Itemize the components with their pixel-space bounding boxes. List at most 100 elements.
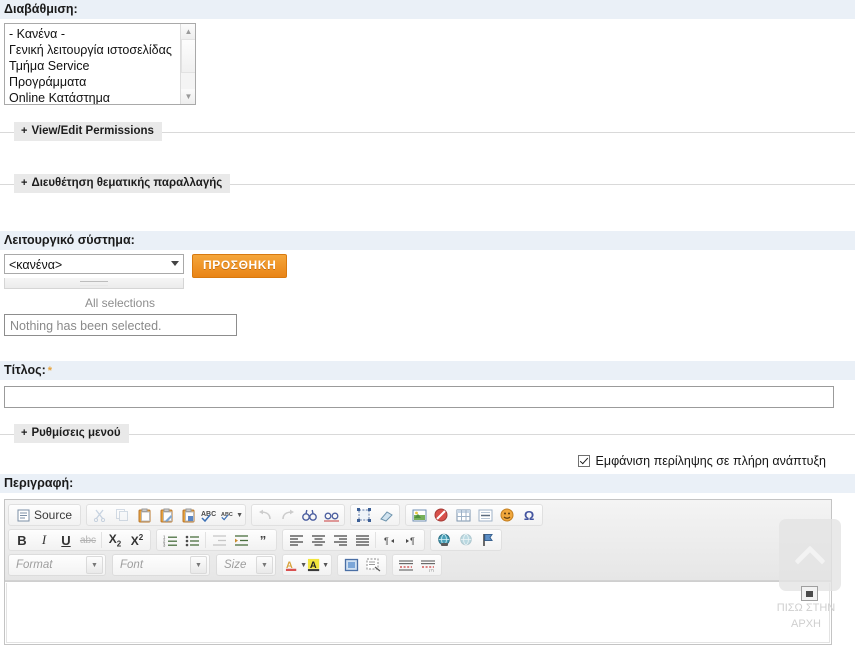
paragraph-ltr-icon: ¶	[384, 536, 394, 546]
bold-button[interactable]: B	[11, 530, 33, 550]
increase-indent-button[interactable]	[230, 530, 252, 550]
align-left-button[interactable]	[285, 530, 307, 550]
summary-checkbox-label: Εμφάνιση περίληψης σε πλήρη ανάπτυξη	[595, 454, 826, 468]
size-combo-label: Size	[224, 559, 247, 571]
operating-system-select[interactable]: <κανένα>	[4, 254, 184, 274]
title-input[interactable]	[4, 386, 834, 408]
unlink-button[interactable]	[455, 530, 477, 550]
size-combo[interactable]: Size ▼	[216, 554, 276, 576]
copy-button[interactable]	[111, 505, 133, 525]
select-resize-grip[interactable]	[4, 278, 184, 289]
abc-check-icon: ABC	[201, 511, 216, 522]
editor-content-area[interactable]	[6, 583, 830, 643]
classification-listbox[interactable]: - Κανένα - Γενική λειτουργία ιστοσελίδας…	[4, 23, 196, 105]
operating-system-row: <κανένα> ΠΡΟΣΘΗΚΗ	[4, 254, 855, 278]
summary-checkbox-row[interactable]: Εμφάνιση περίληψης σε πλήρη ανάπτυξη	[0, 454, 855, 468]
back-to-top-mini-icon[interactable]	[801, 586, 818, 601]
anchor-button[interactable]	[477, 530, 499, 550]
scroll-up-arrow[interactable]: ▲	[181, 24, 195, 39]
justify-button[interactable]	[351, 530, 373, 550]
summary-checkbox[interactable]	[577, 455, 590, 467]
bulleted-list-button[interactable]	[181, 530, 203, 550]
spell-check-button[interactable]: ABC	[199, 505, 221, 525]
underline-button[interactable]: U	[55, 530, 77, 550]
back-to-top-button[interactable]	[779, 519, 841, 591]
paste-as-plain-text-button[interactable]	[155, 505, 177, 525]
select-all-button[interactable]	[353, 505, 375, 525]
list-item[interactable]: - Κανένα -	[7, 26, 195, 42]
italic-button[interactable]: I	[33, 530, 55, 550]
fieldset-menu-settings[interactable]: + Ρυθμίσεις μενού	[0, 424, 855, 444]
cke-templates-button[interactable]: (7)	[417, 555, 439, 575]
editor-body[interactable]	[5, 581, 831, 644]
numbered-list-button[interactable]: 123	[159, 530, 181, 550]
text-color-button[interactable]: A ▼	[285, 555, 307, 575]
align-center-button[interactable]	[307, 530, 329, 550]
toolbar-group-history	[251, 504, 346, 526]
title-band: Τίτλος: *	[0, 361, 855, 380]
cut-button[interactable]	[89, 505, 111, 525]
rich-text-editor: Source ABC ABC ▼ Ω B I U abc X2 X2 1 2 3…	[4, 499, 832, 645]
redo-arrow-icon	[281, 509, 294, 519]
fieldset-legend-permissions[interactable]: + View/Edit Permissions	[14, 122, 162, 141]
fieldset-legend-menu[interactable]: + Ρυθμίσεις μενού	[14, 424, 129, 443]
font-combo[interactable]: Font ▼	[112, 554, 210, 576]
listbox-scrollbar[interactable]: ▲ ▼	[180, 24, 195, 104]
media-break-button[interactable]	[430, 505, 452, 525]
horizontal-rule-button[interactable]	[474, 505, 496, 525]
strikethrough-button[interactable]: abc	[77, 530, 99, 550]
add-button[interactable]: ΠΡΟΣΘΗΚΗ	[192, 254, 288, 278]
align-right-button[interactable]	[329, 530, 351, 550]
image-button[interactable]	[408, 505, 430, 525]
copy-icon	[116, 509, 129, 521]
cke-styles-button[interactable]	[395, 555, 417, 575]
toolbar-row-1: Source ABC ABC ▼ Ω	[8, 504, 828, 526]
decrease-indent-button[interactable]	[208, 530, 230, 550]
editor-toolbar: Source ABC ABC ▼ Ω B I U abc X2 X2 1 2 3…	[5, 500, 831, 581]
maximize-button[interactable]	[340, 555, 362, 575]
fieldset-view-edit-permissions[interactable]: + View/Edit Permissions	[0, 122, 855, 142]
fieldset-label: View/Edit Permissions	[31, 125, 154, 137]
list-item[interactable]: Προγράμματα	[7, 74, 195, 90]
table-button[interactable]	[452, 505, 474, 525]
source-button[interactable]: Source	[11, 505, 78, 525]
operating-system-selected-value: <κανένα>	[9, 258, 63, 272]
undo-button[interactable]	[254, 505, 276, 525]
paste-from-word-button[interactable]	[177, 505, 199, 525]
show-blocks-button[interactable]	[362, 555, 384, 575]
spell-check-options-button[interactable]: ABC ▼	[221, 505, 243, 525]
fieldset-theme-variant[interactable]: + Διευθέτηση θεματικής παραλλαγής	[0, 174, 855, 194]
format-combo[interactable]: Format ▼	[8, 554, 106, 576]
redo-button[interactable]	[276, 505, 298, 525]
blockquote-button[interactable]: ”	[252, 530, 274, 550]
superscript-button[interactable]: X2	[126, 530, 148, 550]
toolbar-group-styles: (7)	[392, 554, 442, 576]
subscript-button[interactable]: X2	[104, 530, 126, 550]
description-band: Περιγραφή:	[0, 474, 855, 493]
list-item[interactable]: Τμήμα Service	[7, 58, 195, 74]
smiley-button[interactable]	[496, 505, 518, 525]
selected-items-box: Nothing has been selected.	[4, 314, 237, 336]
svg-text:A: A	[310, 560, 317, 570]
toolbar-group-tools	[337, 554, 387, 576]
toolbar-row-2: B I U abc X2 X2 123 ” ¶ ¶	[8, 529, 828, 551]
numbered-list-icon: 123	[163, 534, 177, 547]
text-direction-rtl-button[interactable]: ¶	[400, 530, 422, 550]
list-item[interactable]: Online Κατάστημα	[7, 90, 195, 104]
link-button[interactable]	[433, 530, 455, 550]
special-character-button[interactable]: Ω	[518, 505, 540, 525]
remove-format-button[interactable]	[375, 505, 397, 525]
list-item[interactable]: Γενική λειτουργία ιστοσελίδας	[7, 42, 195, 58]
replace-button[interactable]	[320, 505, 342, 525]
background-color-button[interactable]: A ▼	[307, 555, 329, 575]
scrollbar-thumb[interactable]	[181, 39, 195, 73]
find-button[interactable]	[298, 505, 320, 525]
clipboard-icon	[138, 508, 151, 522]
omega-icon: Ω	[523, 507, 535, 523]
text-direction-ltr-button[interactable]: ¶	[378, 530, 400, 550]
fieldset-legend-theme[interactable]: + Διευθέτηση θεματικής παραλλαγής	[14, 174, 231, 193]
paste-button[interactable]	[133, 505, 155, 525]
quote-icon: ”	[259, 532, 267, 548]
flag-icon	[483, 534, 493, 546]
scroll-down-arrow[interactable]: ▼	[181, 89, 195, 104]
